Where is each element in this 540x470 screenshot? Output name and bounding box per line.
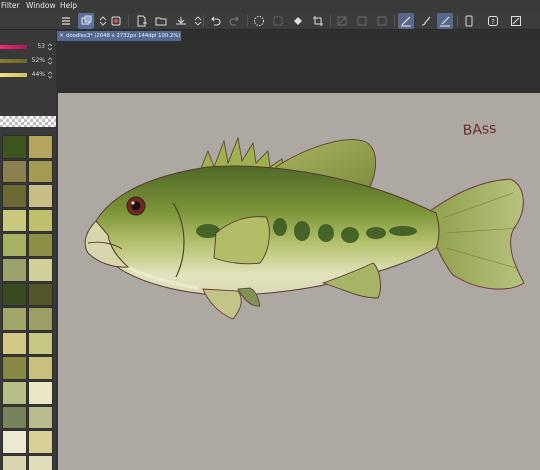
palette-swatch[interactable]	[2, 356, 27, 380]
device-icon[interactable]	[461, 13, 477, 29]
slider-bar[interactable]	[0, 73, 27, 77]
palette-swatch[interactable]	[28, 331, 53, 356]
palette-swatch[interactable]	[28, 184, 53, 208]
palette-swatch[interactable]	[2, 159, 27, 184]
palette-swatch[interactable]	[2, 430, 27, 454]
slider-bar[interactable]	[0, 45, 27, 49]
canvas-tab-bar: × doodles3* (2048 x 2732px 144dpi 100.2%…	[56, 30, 540, 41]
spinner-icon[interactable]	[47, 70, 53, 80]
redo-icon[interactable]	[227, 13, 243, 29]
canvas-annotation: BAss	[462, 121, 497, 139]
menu-icon[interactable]	[58, 13, 74, 29]
tab-close-icon[interactable]: ×	[59, 31, 64, 41]
brush-icon[interactable]	[418, 13, 434, 29]
fill-icon[interactable]	[290, 13, 306, 29]
transparent-color-swatch[interactable]	[0, 116, 56, 127]
app-window: Filter Window Help ? 53 52% 44% × doodle…	[0, 0, 540, 470]
clip-icon[interactable]	[108, 13, 124, 29]
palette-swatch[interactable]	[2, 454, 27, 470]
selection-icon[interactable]	[78, 13, 94, 29]
menu-window[interactable]: Window	[26, 0, 56, 12]
canvas-tab[interactable]: × doodles3* (2048 x 2732px 144dpi 100.2%…	[57, 31, 181, 41]
palette-swatch[interactable]	[28, 208, 53, 233]
palette-swatch[interactable]	[28, 307, 53, 331]
palette-swatch[interactable]	[2, 184, 27, 208]
canvas-tab-label: doodles3* (2048 x 2732px 144dpi 100.2%)	[66, 33, 181, 39]
canvas-paper[interactable]: BAss	[58, 93, 540, 470]
palette-swatch[interactable]	[2, 258, 27, 282]
command-bar: ?	[0, 12, 540, 30]
palette-swatch[interactable]	[2, 331, 27, 356]
palette-swatch[interactable]	[28, 135, 53, 159]
slider-value: 44%	[31, 71, 45, 78]
new-canvas-icon[interactable]	[133, 13, 149, 29]
slider-bar[interactable]	[0, 59, 27, 63]
palette-swatch[interactable]	[28, 430, 53, 454]
color-slider-1[interactable]: 53	[0, 40, 56, 54]
palette-swatch[interactable]	[28, 454, 53, 470]
color-set-palette	[0, 135, 56, 470]
canvas-rotate-icon[interactable]	[508, 13, 524, 29]
menu-help[interactable]: Help	[60, 0, 77, 12]
canvas-viewport[interactable]: BAss	[56, 41, 540, 470]
menu-filter[interactable]: Filter	[1, 0, 20, 12]
open-icon[interactable]	[153, 13, 169, 29]
svg-text:?: ?	[491, 18, 495, 26]
palette-swatch[interactable]	[2, 135, 27, 159]
slider-value: 53	[37, 43, 45, 50]
palette-swatch[interactable]	[2, 208, 27, 233]
save-icon[interactable]	[173, 13, 189, 29]
palette-swatch[interactable]	[28, 159, 53, 184]
color-slider-2[interactable]: 52%	[0, 54, 56, 68]
palette-swatch[interactable]	[28, 356, 53, 380]
palette-swatch[interactable]	[2, 233, 27, 257]
palette-swatch[interactable]	[28, 258, 53, 282]
slider-value: 52%	[31, 57, 45, 64]
spinner-icon[interactable]	[47, 42, 53, 52]
select-all-icon[interactable]	[251, 13, 267, 29]
spinner-icon[interactable]	[95, 13, 107, 29]
palette-swatch[interactable]	[2, 307, 27, 331]
spinner-icon[interactable]	[47, 56, 53, 66]
deselect-icon[interactable]	[270, 13, 286, 29]
layer2-icon[interactable]	[354, 13, 370, 29]
menu-bar: Filter Window Help	[0, 0, 540, 12]
layer3-icon[interactable]	[374, 13, 390, 29]
help-icon[interactable]: ?	[485, 13, 501, 29]
color-slider-3[interactable]: 44%	[0, 68, 56, 82]
palette-swatch[interactable]	[28, 381, 53, 405]
layer-icon[interactable]	[334, 13, 350, 29]
fish-illustration: BAss	[84, 121, 525, 320]
palette-swatch[interactable]	[28, 233, 53, 257]
palette-swatch[interactable]	[28, 282, 53, 307]
palette-swatch[interactable]	[2, 405, 27, 430]
pen-ruler-icon[interactable]	[398, 13, 414, 29]
palette-swatch[interactable]	[2, 381, 27, 405]
color-panel: 53 52% 44%	[0, 30, 56, 470]
line-icon[interactable]	[437, 13, 453, 29]
spinner2-icon[interactable]	[190, 13, 202, 29]
palette-swatch[interactable]	[28, 405, 53, 430]
undo-icon[interactable]	[207, 13, 223, 29]
palette-swatch[interactable]	[2, 282, 27, 307]
crop-icon[interactable]	[310, 13, 326, 29]
